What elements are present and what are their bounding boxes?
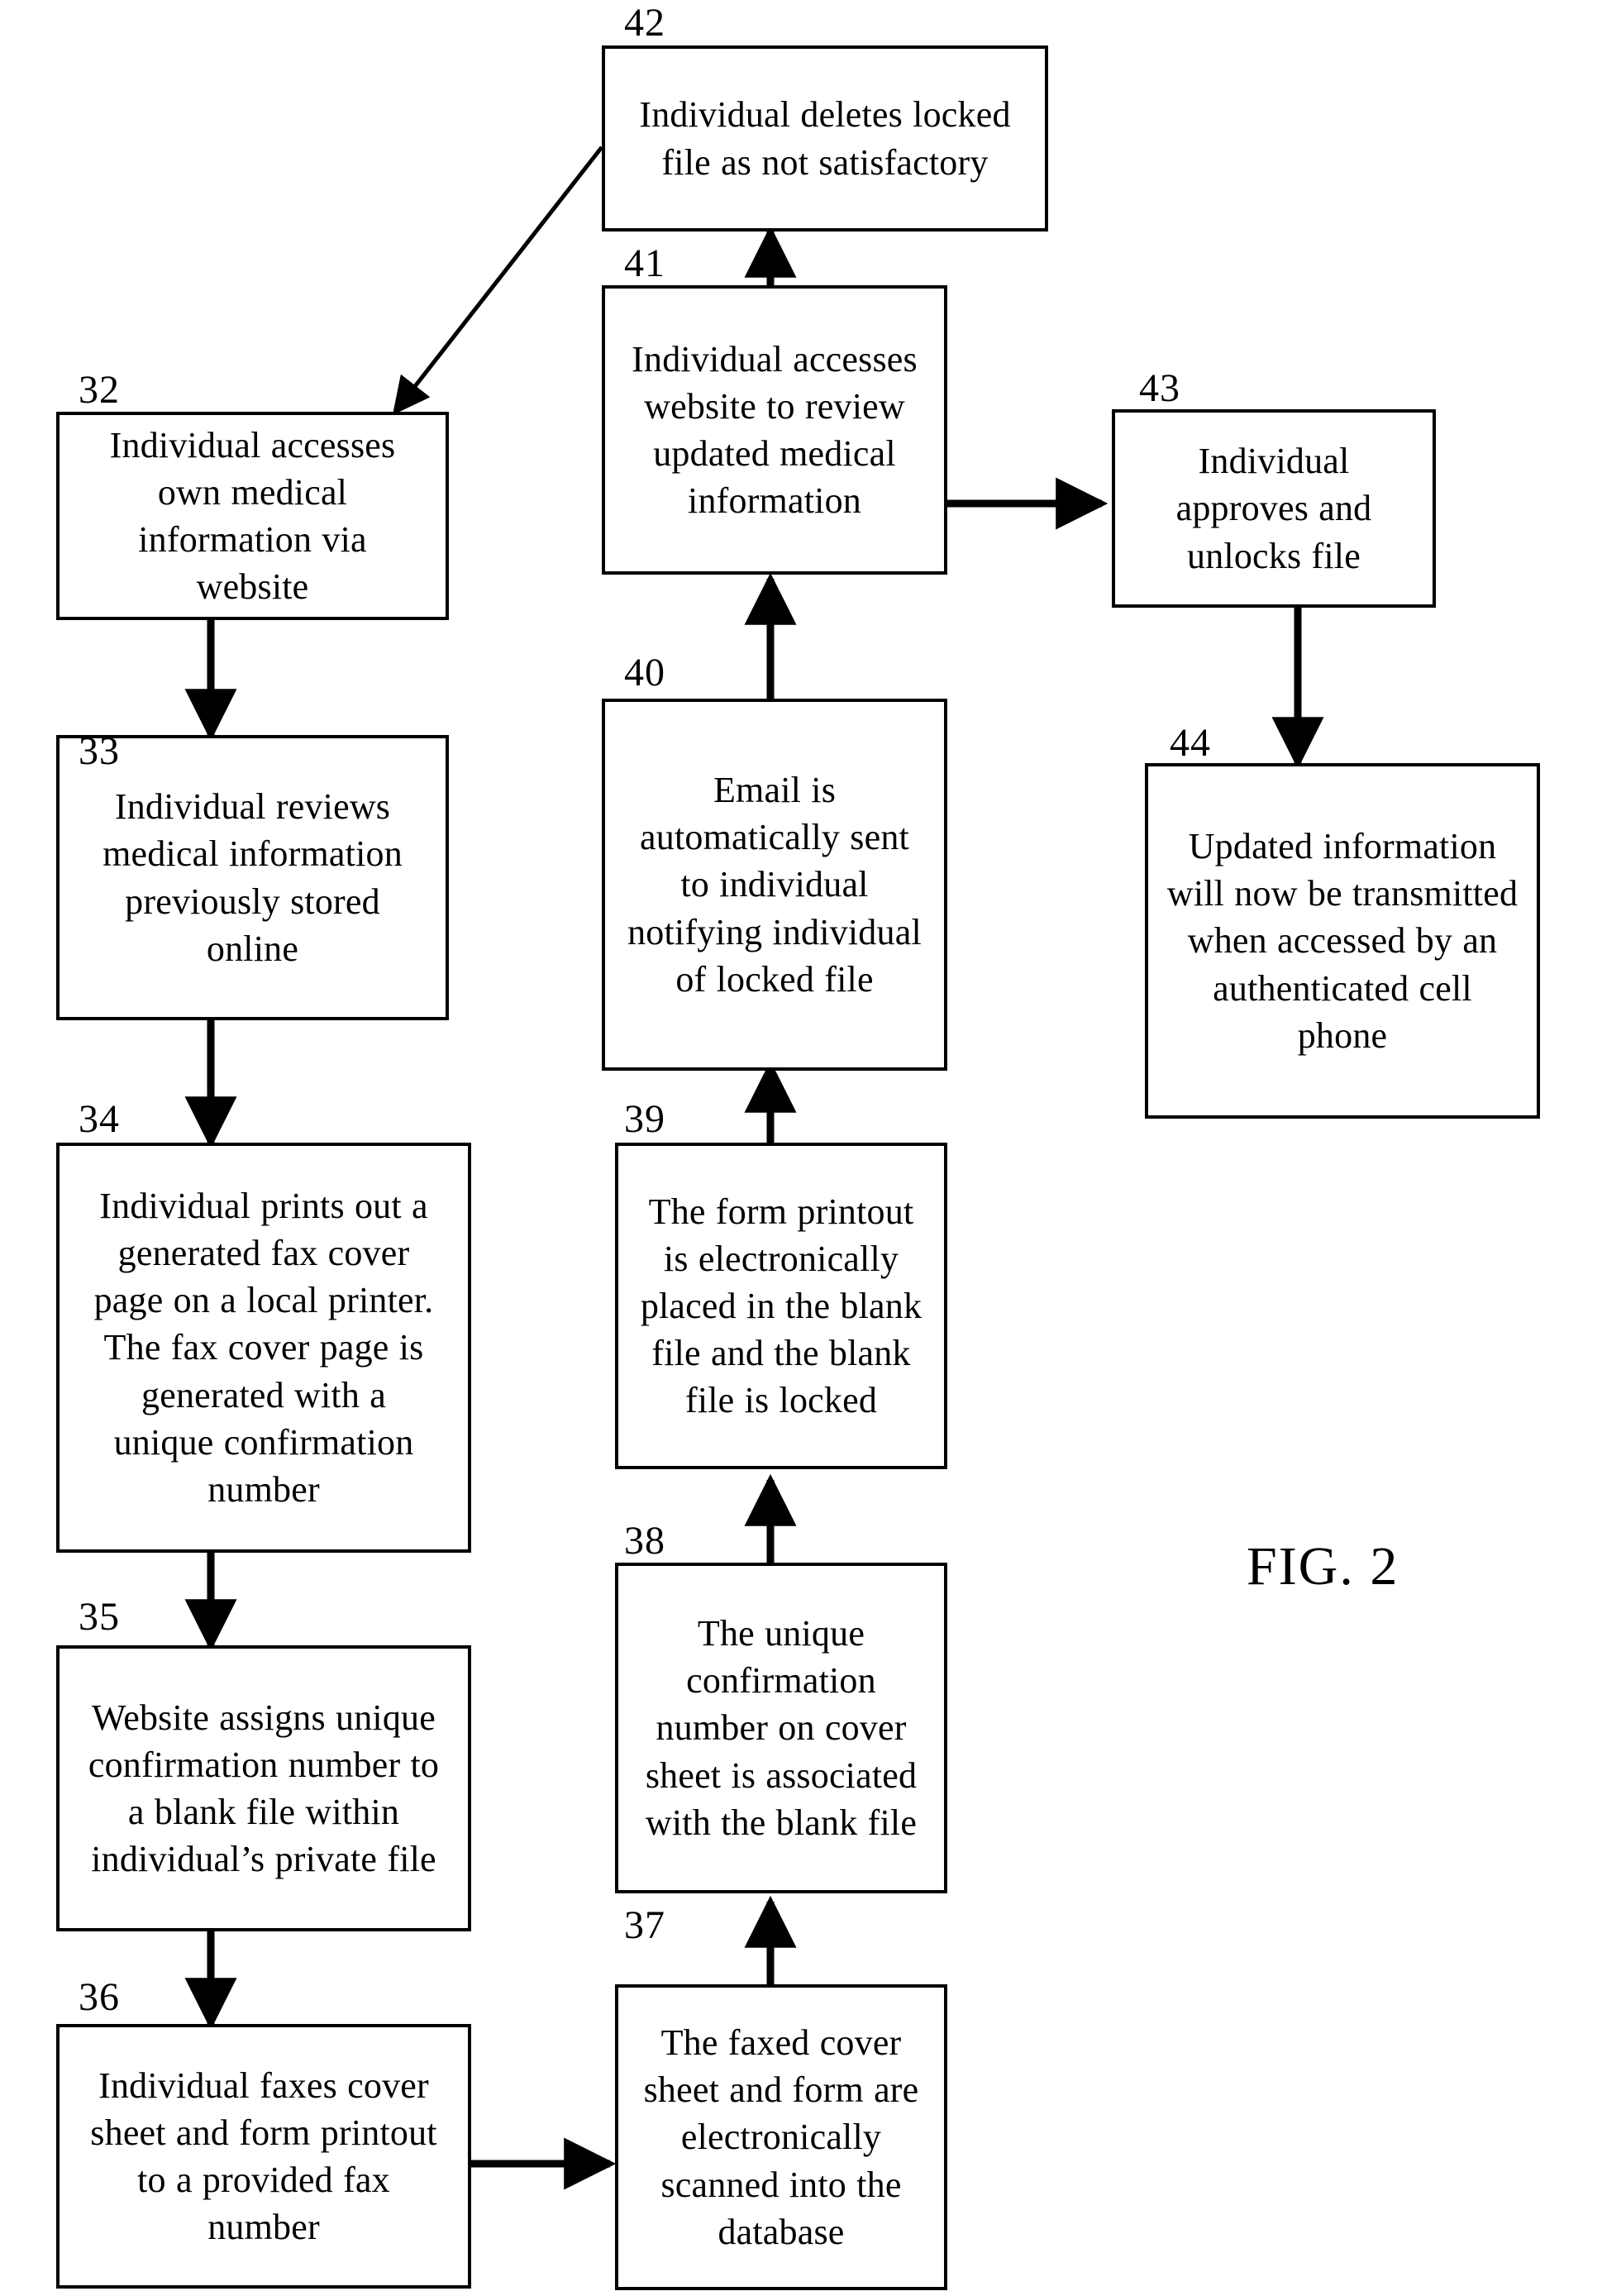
ref-number-34: 34	[79, 1097, 120, 1141]
ref-number-37: 37	[624, 1903, 665, 1947]
ref-number-38: 38	[624, 1519, 665, 1563]
ref-number-42: 42	[624, 1, 665, 45]
process-box-39[interactable]: The form printout is electronically plac…	[615, 1143, 947, 1469]
process-box-37-text: The faxed cover sheet and form are elect…	[643, 2022, 919, 2252]
process-box-43[interactable]: Individual approves and unlocks file	[1112, 409, 1436, 608]
process-box-42-text: Individual deletes locked file as not sa…	[639, 94, 1011, 183]
process-box-41-text: Individual accesses website to review up…	[632, 338, 918, 522]
process-box-32-text: Individual accesses own medical informat…	[109, 424, 396, 608]
process-box-33[interactable]: Individual reviews medical information p…	[56, 735, 449, 1020]
patent-figure-canvas: 42 41 32 43 33 40 44 34 39 35 38 36 37 I…	[0, 0, 1602, 2296]
process-box-40[interactable]: Email is automatically sent to individua…	[602, 699, 947, 1071]
process-box-42[interactable]: Individual deletes locked file as not sa…	[602, 45, 1048, 232]
process-box-44[interactable]: Updated information will now be transmit…	[1145, 763, 1540, 1119]
ref-number-36: 36	[79, 1975, 120, 2019]
process-box-35-text: Website assigns unique confirmation numb…	[88, 1697, 440, 1880]
process-box-34-text: Individual prints out a generated fax co…	[93, 1185, 434, 1510]
ref-number-40: 40	[624, 651, 665, 695]
process-box-41[interactable]: Individual accesses website to review up…	[602, 285, 947, 575]
process-box-38[interactable]: The unique confirmation number on cover …	[615, 1563, 947, 1893]
process-box-34[interactable]: Individual prints out a generated fax co…	[56, 1143, 471, 1553]
process-box-43-text: Individual approves and unlocks file	[1175, 441, 1372, 576]
process-box-38-text: The unique confirmation number on cover …	[645, 1613, 918, 1843]
ref-number-33: 33	[79, 729, 120, 773]
process-box-37[interactable]: The faxed cover sheet and form are elect…	[615, 1984, 947, 2290]
process-box-33-text: Individual reviews medical information p…	[103, 786, 403, 969]
process-box-32[interactable]: Individual accesses own medical informat…	[56, 412, 449, 620]
process-box-36[interactable]: Individual faxes cover sheet and form pr…	[56, 2024, 471, 2289]
ref-number-35: 35	[79, 1595, 120, 1639]
figure-label: FIG. 2	[1247, 1536, 1399, 1597]
process-box-44-text: Updated information will now be transmit…	[1166, 826, 1519, 1056]
ref-number-43: 43	[1139, 366, 1180, 410]
edge-42-to-32	[392, 146, 603, 415]
process-box-36-text: Individual faxes cover sheet and form pr…	[90, 2064, 437, 2248]
process-box-40-text: Email is automatically sent to individua…	[627, 770, 922, 1000]
process-box-35[interactable]: Website assigns unique confirmation numb…	[56, 1645, 471, 1931]
process-box-39-text: The form printout is electronically plac…	[640, 1191, 923, 1421]
ref-number-32: 32	[79, 368, 120, 412]
ref-number-41: 41	[624, 241, 665, 285]
ref-number-44: 44	[1170, 721, 1211, 765]
ref-number-39: 39	[624, 1097, 665, 1141]
